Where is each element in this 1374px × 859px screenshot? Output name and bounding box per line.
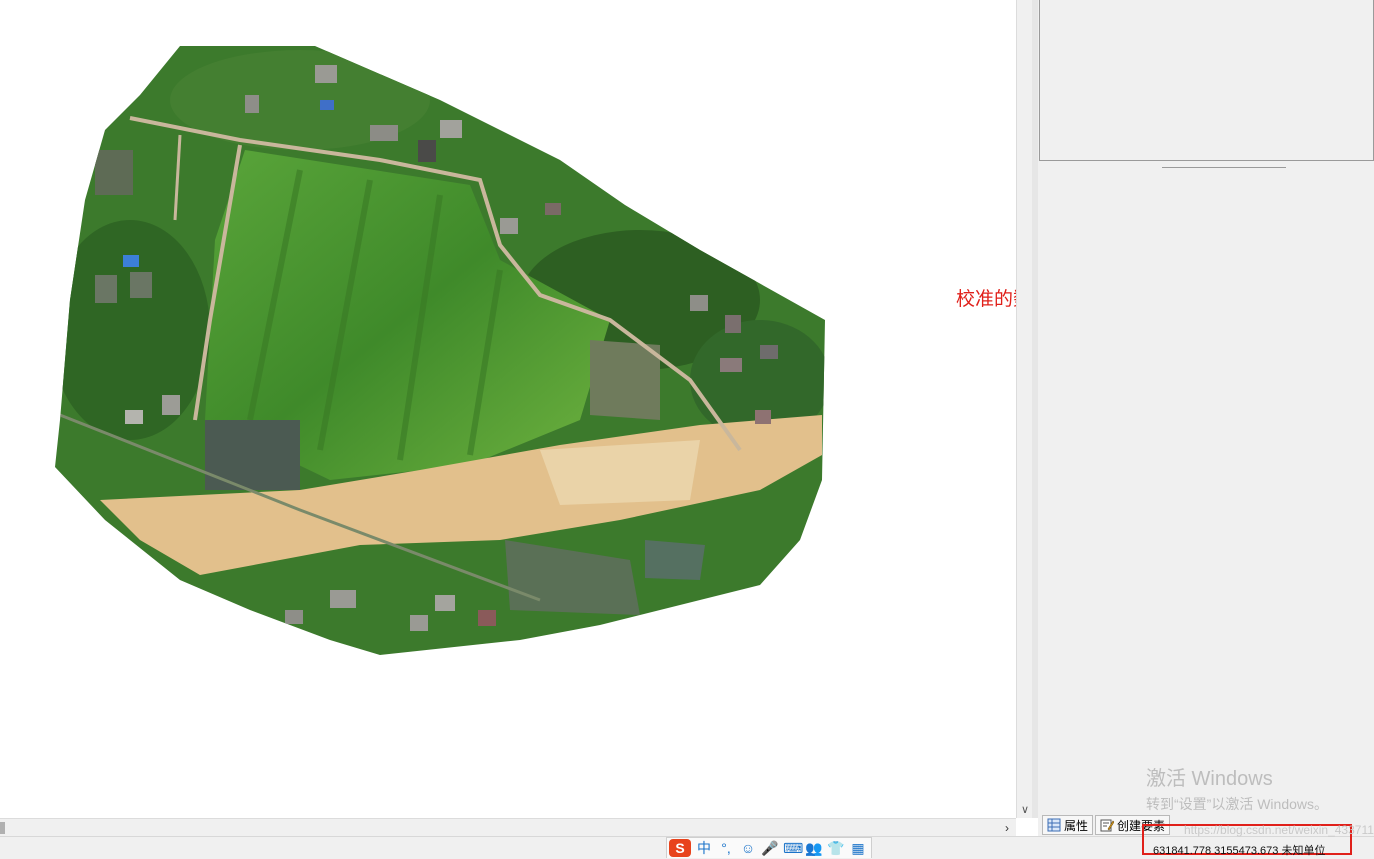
coordinate-readout: 631841.778 3155473.673 未知单位 xyxy=(1153,845,1326,857)
coordinate-readout-highlight: https://blog.csdn.net/weixin_43371136 63… xyxy=(1142,823,1374,857)
ime-toolbar: S 中 °, ☺ 🎤 ⌨ 👥 👕 ▦ xyxy=(666,837,872,858)
map-horizontal-scrollbar[interactable]: › xyxy=(0,818,1016,837)
blog-watermark-url: https://blog.csdn.net/weixin_43371136 xyxy=(1184,823,1374,837)
scroll-right-arrow-icon[interactable]: › xyxy=(1000,819,1014,837)
ime-keyboard-icon[interactable]: ⌨ xyxy=(783,840,803,857)
ime-emoji-icon[interactable]: ☺ xyxy=(739,840,757,856)
ime-punctuation-icon[interactable]: °, xyxy=(717,840,735,856)
scroll-down-arrow-icon[interactable]: ∨ xyxy=(1017,802,1033,818)
dock-resize-grip[interactable] xyxy=(1162,167,1286,168)
ime-voice-icon[interactable]: 🎤 xyxy=(761,840,779,857)
windows-activation-watermark: 激活 Windows 转到“设置”以激活 Windows。 xyxy=(1146,762,1328,814)
dock-preview-box xyxy=(1039,0,1374,161)
right-dock-pane: 激活 Windows 转到“设置”以激活 Windows。 xyxy=(1038,0,1374,836)
map-canvas[interactable]: 校准的数据 xyxy=(0,0,1016,818)
annotation-label: 校准的数据 xyxy=(956,289,1016,310)
ime-user-icon[interactable]: 👥 xyxy=(805,840,823,857)
ime-skin-icon[interactable]: 👕 xyxy=(827,840,845,857)
orthophoto-raster xyxy=(55,46,825,655)
edit-form-icon xyxy=(1100,818,1115,832)
scroll-thumb[interactable] xyxy=(0,822,5,834)
watermark-title: 激活 Windows xyxy=(1146,768,1273,790)
map-vertical-scrollbar[interactable]: ∨ xyxy=(1016,0,1033,818)
sogou-logo-icon[interactable]: S xyxy=(669,839,691,857)
table-icon xyxy=(1047,818,1061,832)
ime-toolbox-icon[interactable]: ▦ xyxy=(849,840,867,857)
tab-attributes[interactable]: 属性 xyxy=(1042,815,1094,835)
tab-attributes-label: 属性 xyxy=(1064,818,1089,833)
watermark-subtitle: 转到“设置”以激活 Windows。 xyxy=(1146,796,1329,812)
ime-chinese-mode-icon[interactable]: 中 xyxy=(695,838,713,858)
